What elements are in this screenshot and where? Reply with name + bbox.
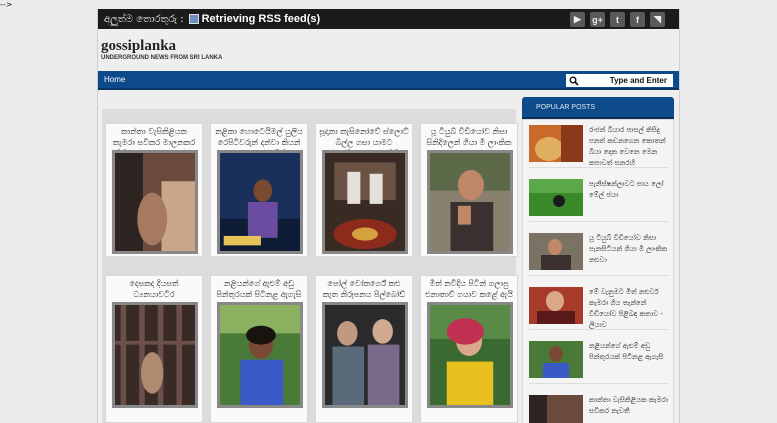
popular-post-thumbnail[interactable] xyxy=(529,125,583,162)
ticker-label: අලුත්ම තොරතුරු : xyxy=(104,13,184,25)
post-thumbnail[interactable] xyxy=(427,302,513,408)
post-thumbnail[interactable] xyxy=(217,150,303,254)
popular-post-item[interactable]: යූ ටියුබ් වීඩියෝව නිසා පැනසිටියන් ගියා ම… xyxy=(529,233,669,273)
divider xyxy=(529,275,669,276)
youtube-icon[interactable]: ▶ xyxy=(570,12,585,27)
top-bar: අලුත්ම තොරතුරු : Retrieving RSS feed(s) … xyxy=(98,9,679,29)
divider xyxy=(529,167,669,168)
popular-post-thumbnail[interactable] xyxy=(529,395,583,423)
popular-post-title[interactable]: යූ ටියුබ් වීඩියෝව නිසා පැනසිටියන් ගියා ම… xyxy=(589,233,671,266)
site-tagline: UNDERGROUND NEWS FROM SRI LANKA xyxy=(101,55,223,61)
post-card[interactable]: නළියන්ගේ ඇළුම් අඩු පින්තුරයක් පිටිනළ ඇගැ… xyxy=(210,275,308,423)
site-header: gossiplanka UNDERGROUND NEWS FROM SRI LA… xyxy=(98,29,679,71)
post-thumbnail[interactable] xyxy=(112,302,198,408)
divider xyxy=(529,383,669,384)
site-logo[interactable]: gossiplanka xyxy=(101,38,679,54)
post-card[interactable]: මිත් නවීදිය පිටින් ගලාපු එනාතාව් ගයාව කළ… xyxy=(420,275,518,423)
post-card[interactable]: කාන්තා වැසිකිළියක කැමරා සවිකර මාලනකර වීඩ… xyxy=(105,123,203,257)
post-card[interactable]: නළිකා හොටෙයිමල් යුලිය රෙපිටිවරුන් දන්වා … xyxy=(210,123,308,257)
rss-icon[interactable]: ◥ xyxy=(650,12,665,27)
post-card[interactable]: සූදානා කැසිනෝවේ ස්ලොට් බිල්ල ගසා යාමට ඉල… xyxy=(315,123,413,257)
post-thumbnail[interactable] xyxy=(322,150,408,254)
social-links: ▶ g+ t f ◥ xyxy=(570,12,665,27)
popular-post-thumbnail[interactable] xyxy=(529,179,583,216)
post-card[interactable]: දෙසකද දියසත් ධ්‍යනයාවටිර xyxy=(105,275,203,423)
popular-post-title[interactable]: රංජන් බියාර පාසල් කිසිදු පනත් කඩනගෙන කොත… xyxy=(589,125,671,169)
popular-post-thumbnail[interactable] xyxy=(529,287,583,324)
divider xyxy=(529,329,669,330)
post-card[interactable]: යූ ටියුබ් වීඩියෝව නිසා සිනිදිලෙන් ගියා ම… xyxy=(420,123,518,257)
twitter-icon[interactable]: t xyxy=(610,12,625,27)
search-icon xyxy=(569,76,579,86)
popular-post-item[interactable]: පැනීස්ෂන්ලාවට පාය ලෝ මේල් ජයා xyxy=(529,179,669,219)
post-thumbnail[interactable] xyxy=(217,302,303,408)
popular-post-title[interactable]: කාන්තා වැසිකිළියක කැමරා සවිකර නැවතී xyxy=(589,395,671,417)
popular-post-thumbnail[interactable] xyxy=(529,341,583,378)
post-card[interactable]: පෝල් වෝකර්ගේ කළු කැත නිරූපනය පිල්බෝඩ් ලො… xyxy=(315,275,413,423)
popular-posts-heading: POPULAR POSTS xyxy=(522,97,674,119)
popular-post-item[interactable]: නළියන්ගේ ඇළුම් අඩු පින්තුරයක් පිටිනළ ඇගැ… xyxy=(529,341,669,381)
popular-post-item[interactable]: කාන්තා වැසිකිළියක කැමරා සවිකර නැවතී xyxy=(529,395,669,423)
search-input[interactable] xyxy=(579,76,667,85)
popular-post-item[interactable]: මේ වැනුමට මිත් නළුවර් කැමරා ගිය තැන්නේ ව… xyxy=(529,287,669,329)
nav-home-link[interactable]: Home xyxy=(104,75,125,84)
facebook-icon[interactable]: f xyxy=(630,12,645,27)
popular-post-title[interactable]: මේ වැනුමට මිත් නළුවර් කැමරා ගිය තැන්නේ ව… xyxy=(589,287,671,331)
broken-image-icon xyxy=(188,14,199,24)
divider xyxy=(529,221,669,222)
post-thumbnail[interactable] xyxy=(322,302,408,408)
popular-posts-list: රංජන් බියාර පාසල් කිසිදු පනත් කඩනගෙන කොත… xyxy=(522,119,674,423)
popular-post-thumbnail[interactable] xyxy=(529,233,583,270)
post-thumbnail[interactable] xyxy=(112,150,198,254)
search-box[interactable] xyxy=(566,74,673,87)
popular-post-title[interactable]: පැනීස්ෂන්ලාවට පාය ලෝ මේල් ජයා xyxy=(589,179,671,201)
posts-grid: කාන්තා වැසිකිළියක කැමරා සවිකර මාලනකර වීඩ… xyxy=(102,109,518,423)
popular-post-title[interactable]: නළියන්ගේ ඇළුම් අඩු පින්තුරයක් පිටිනළ ඇගැ… xyxy=(589,341,671,363)
sidebar: POPULAR POSTS රංජන් බියාර පාසල් කිසිදු ප… xyxy=(522,97,674,423)
ticker-text: Retrieving RSS feed(s) xyxy=(201,13,321,25)
post-thumbnail[interactable] xyxy=(427,150,513,254)
google-plus-icon[interactable]: g+ xyxy=(590,12,605,27)
stray-comment-text: --> xyxy=(0,0,13,9)
page-wrapper: අලුත්ම තොරතුරු : Retrieving RSS feed(s) … xyxy=(97,9,680,423)
popular-post-item[interactable]: රංජන් බියාර පාසල් කිසිදු පනත් කඩනගෙන කොත… xyxy=(529,125,669,167)
nav-bar: Home xyxy=(98,71,679,90)
